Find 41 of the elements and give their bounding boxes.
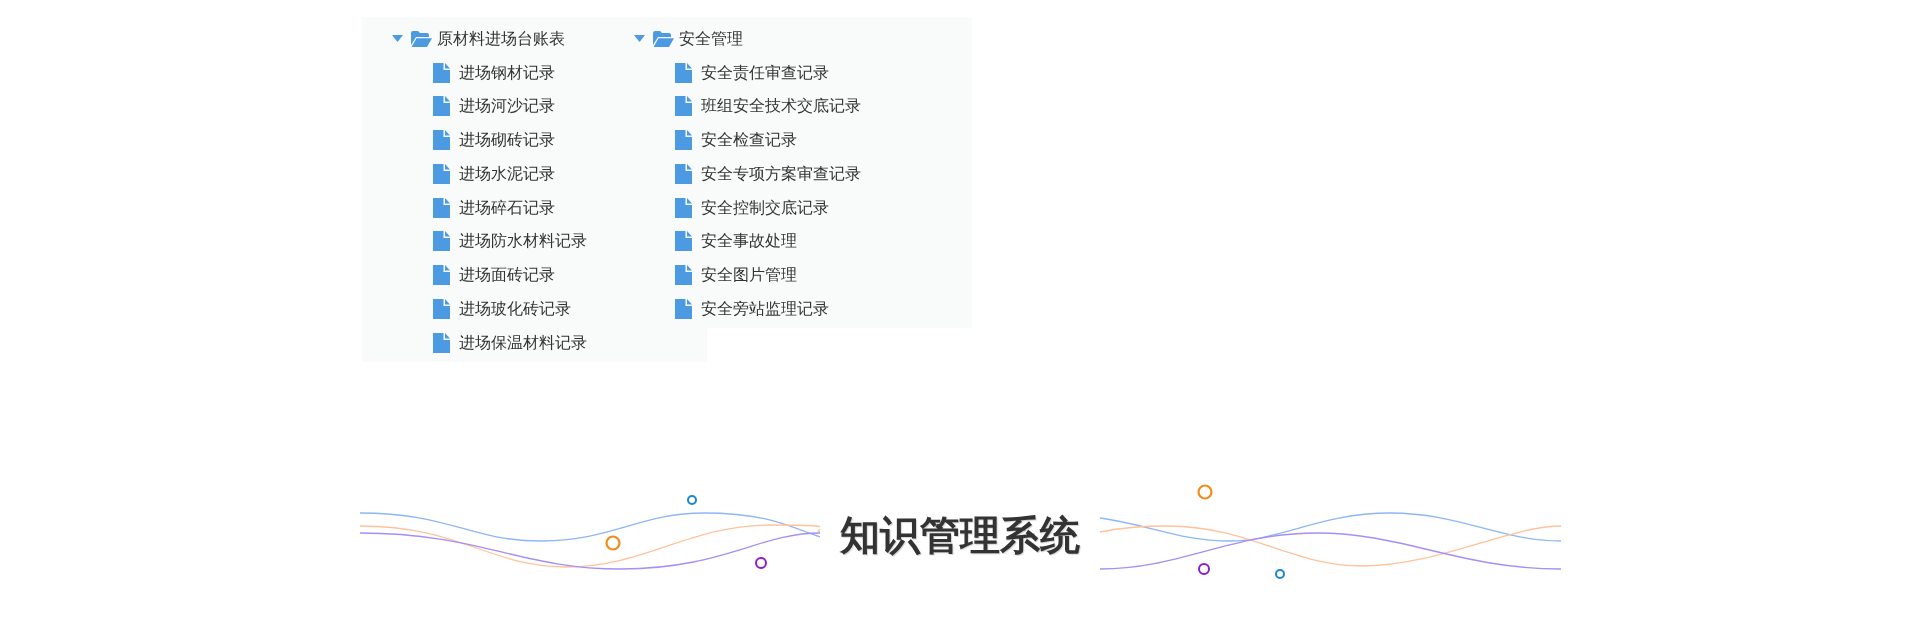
tree-item[interactable]: 进场水泥记录 bbox=[433, 163, 555, 184]
tree-item[interactable]: 进场防水材料记录 bbox=[433, 231, 587, 252]
tree-item[interactable]: 进场砌砖记录 bbox=[433, 130, 555, 151]
file-icon bbox=[433, 62, 450, 83]
caret-icon[interactable] bbox=[392, 35, 403, 43]
tree-item[interactable]: 进场河沙记录 bbox=[433, 96, 555, 117]
tree-item[interactable]: 进场保温材料记录 bbox=[433, 332, 587, 353]
file-icon bbox=[433, 231, 450, 252]
tree-item[interactable]: 进场面砖记录 bbox=[433, 265, 555, 286]
system-title: 知识管理系统 bbox=[839, 510, 1080, 559]
open-folder-icon bbox=[411, 30, 432, 47]
file-icon bbox=[675, 163, 692, 184]
tree-item[interactable]: 安全责任审查记录 bbox=[675, 62, 829, 83]
file-icon bbox=[433, 298, 450, 319]
tree-item[interactable]: 班组安全技术交底记录 bbox=[675, 96, 861, 117]
file-icon bbox=[675, 62, 692, 83]
open-folder-icon bbox=[653, 30, 674, 47]
file-icon bbox=[433, 163, 450, 184]
file-icon bbox=[675, 265, 692, 286]
tree-item[interactable]: 安全专项方案审查记录 bbox=[675, 163, 861, 184]
tree-item[interactable]: 安全事故处理 bbox=[675, 231, 797, 252]
tree-item[interactable]: 进场碎石记录 bbox=[433, 197, 555, 218]
file-icon bbox=[433, 96, 450, 117]
tree-item[interactable]: 进场钢材记录 bbox=[433, 62, 555, 83]
file-icon bbox=[433, 130, 450, 151]
caret-icon[interactable] bbox=[634, 35, 645, 43]
file-icon bbox=[675, 130, 692, 151]
file-icon bbox=[675, 197, 692, 218]
file-icon bbox=[433, 197, 450, 218]
tree-item[interactable]: 安全检查记录 bbox=[675, 130, 797, 151]
tree-item[interactable]: 进场玻化砖记录 bbox=[433, 298, 571, 319]
tree-item[interactable]: 安全图片管理 bbox=[675, 265, 797, 286]
file-icon bbox=[433, 265, 450, 286]
tree-item[interactable]: 安全控制交底记录 bbox=[675, 197, 829, 218]
tree-item[interactable]: 安全旁站监理记录 bbox=[675, 298, 829, 319]
file-icon bbox=[675, 298, 692, 319]
file-icon bbox=[675, 231, 692, 252]
file-icon bbox=[675, 96, 692, 117]
tree-item[interactable]: 原材料进场台账表 bbox=[411, 28, 565, 49]
file-icon bbox=[433, 332, 450, 353]
tree-item[interactable]: 安全管理 bbox=[653, 28, 743, 49]
